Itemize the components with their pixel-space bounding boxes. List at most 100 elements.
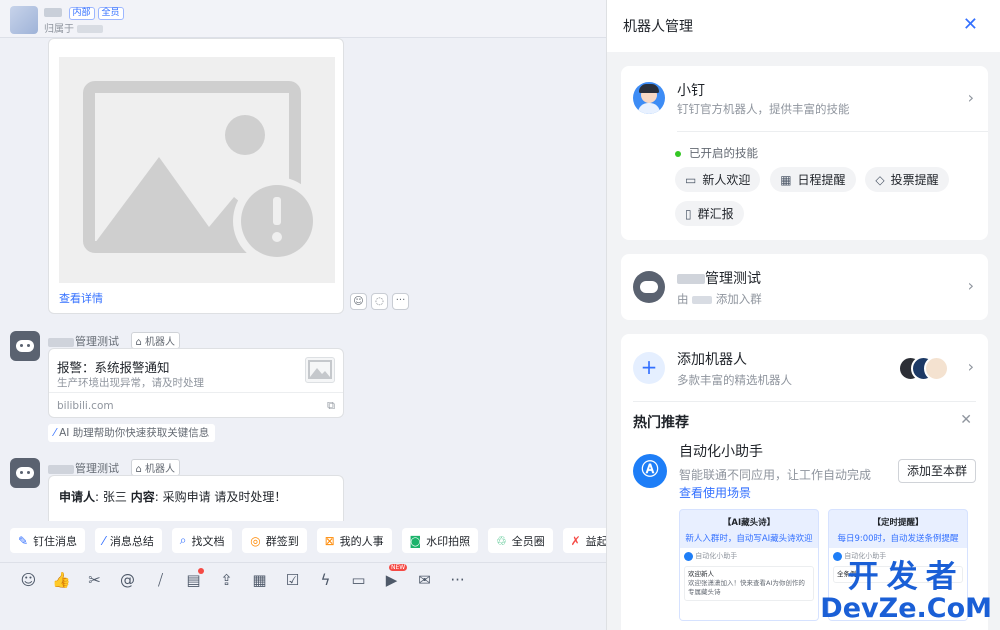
image-message-card[interactable]: 查看详情 [48, 38, 344, 314]
quick-actions-bar: ✎ 钉住消息 ⁄ 消息总结 ⌕ 找文档 ◎ 群签到 ⊠ 我的人事 ◙ 水印拍照 ♲ 全员圈 ✗… [0, 528, 606, 558]
pin-icon: ✎ [18, 533, 29, 548]
more-icon[interactable]: ··· [392, 293, 409, 310]
skill-schedule-reminder[interactable]: ▦ 日程提醒 [770, 167, 856, 192]
add-robot-title[interactable]: 添加机器人 [677, 349, 747, 369]
view-scenarios-link[interactable]: 查看使用场景 [679, 484, 751, 501]
chevron-right-icon[interactable]: › [968, 88, 974, 107]
hr-icon: ⊠ [324, 533, 335, 548]
all-staff-tag: 全员 [97, 7, 124, 20]
at-icon[interactable]: @ [111, 571, 144, 589]
alert-message-card[interactable]: 报警：系统报警通知 生产环境出现异常，请及时处理 bilibili.com ⧉ [48, 348, 344, 418]
bot1-name: 小钉 [677, 83, 705, 99]
ai-spark-icon: ⁄ [54, 427, 56, 439]
sender-name: 管理测试 ⌂ 机器人 [48, 332, 181, 349]
sender-name-2: 管理测试 ⌂ 机器人 [48, 459, 181, 476]
text-message-card[interactable]: 申请人: 张三 内容: 采购申请 请及时处理！ [48, 475, 344, 521]
thumbnail-icon [305, 357, 335, 383]
bot-avatar[interactable] [10, 331, 40, 361]
quick-charity[interactable]: ✗益起动 [562, 528, 606, 553]
alert-title: 报警：系统报警通知 [57, 360, 170, 375]
run-icon: ✗ [570, 533, 581, 548]
image-placeholder [59, 57, 335, 283]
live-icon[interactable]: ▶ NEW [375, 563, 408, 589]
reply-icon[interactable]: ◌ [371, 293, 388, 310]
robot-avatar-3 [924, 356, 949, 381]
robot-icon [16, 467, 34, 479]
thumbs-up-icon[interactable]: 👍 [45, 571, 78, 589]
robot-icon [16, 340, 34, 352]
group-title[interactable]: 内部 全员 [44, 5, 124, 20]
alert-desc: 生产环境出现异常，请及时处理 [57, 377, 204, 389]
quick-checkin[interactable]: ◎ 群签到 [242, 528, 307, 553]
emoji-icon[interactable]: ☺ [12, 571, 45, 589]
bot1-desc: 钉钉官方机器人，提供丰富的技能 [677, 102, 850, 116]
robot-tag: ⌂ 机器人 [130, 459, 181, 476]
broken-image-icon [83, 81, 321, 265]
close-icon[interactable]: ✕ [963, 14, 978, 35]
message-text: 申请人: 张三 内容: 采购申请 请及时处理！ [59, 490, 287, 504]
bot-card-xiaoding[interactable]: 小钉 钉钉官方机器人，提供丰富的技能 › 已开启的技能 ▭ 新人欢迎 ▦ 日程提醒 … [621, 66, 988, 240]
quick-summary[interactable]: ⁄ 消息总结 [94, 528, 162, 553]
robot-management-panel: 机器人管理 ✕ 小钉 钉钉官方机器人，提供丰富的技能 › 已开启的技能 ▭ 新人欢… [606, 0, 1000, 630]
view-details-link[interactable]: 查看详情 [59, 290, 103, 306]
robot-avatars-stack [898, 356, 950, 381]
report-icon: ▯ [685, 206, 692, 221]
lightning-icon[interactable]: ϟ [309, 571, 342, 589]
chevron-right-icon[interactable]: › [968, 357, 974, 376]
vote-icon: ◇ [875, 172, 885, 187]
chat-area: 内部 全员 归属于 查看详情 ☺ ◌ ··· 管理测试 ⌂ 机器人 报警：系统报… [0, 0, 606, 630]
robot-tag: ⌂ 机器人 [130, 332, 181, 349]
quick-all-circle[interactable]: ♲ 全员圈 [487, 528, 553, 553]
upload-icon[interactable]: ⇪ [210, 571, 243, 589]
scenario-thumbnail-1[interactable]: 【AI藏头诗】 新人入群时，自动写AI藏头诗欢迎 自动化小助手 欢迎新人 欢迎张… [679, 509, 819, 621]
skills-list: ▭ 新人欢迎 ▦ 日程提醒 ◇ 投票提醒 ▯ 群汇报 [675, 167, 975, 226]
doc-search-icon: ⌕ [179, 533, 187, 547]
skill-new-welcome[interactable]: ▭ 新人欢迎 [675, 167, 761, 192]
bot-card-test[interactable]: 管理测试 由 添加入群 › [621, 254, 988, 320]
copy-icon[interactable]: ⧉ [327, 399, 335, 413]
add-robot-desc: 多款丰富的精选机器人 [677, 373, 792, 387]
checkbox-icon[interactable]: ☑ [276, 571, 309, 589]
xiaoding-avatar [633, 82, 665, 114]
chevron-right-icon[interactable]: › [968, 276, 974, 295]
quick-watermark-photo[interactable]: ◙ 水印拍照 [401, 528, 479, 553]
skill-group-report[interactable]: ▯ 群汇报 [675, 201, 744, 226]
bot2-name: 管理测试 [677, 268, 761, 288]
close-hot-icon[interactable]: ✕ [960, 412, 972, 428]
calendar-icon: ▦ [780, 172, 792, 187]
calendar-icon[interactable]: ▦ [243, 571, 276, 589]
internal-tag: 内部 [68, 7, 95, 20]
quick-find-doc[interactable]: ⌕ 找文档 [171, 528, 233, 553]
emoji-react-icon[interactable]: ☺ [350, 293, 367, 310]
add-icon[interactable]: + [633, 352, 665, 384]
chat-bubble-icon: ▭ [685, 172, 697, 187]
quick-pin-message[interactable]: ✎ 钉住消息 [10, 528, 86, 553]
command-icon[interactable]: ⧸ [144, 571, 177, 589]
task-icon[interactable]: ▤ [177, 567, 210, 589]
hot-recommend-title: 热门推荐 [633, 415, 689, 431]
bot-avatar-2[interactable] [10, 458, 40, 488]
ai-hint[interactable]: ⁄ AI 助理帮助你快速获取关键信息 [48, 424, 216, 442]
scissors-icon[interactable]: ✂ [78, 571, 111, 589]
bot2-added-by: 由 添加入群 [677, 292, 762, 306]
panel-header: 机器人管理 ✕ [607, 0, 1000, 52]
robot-avatar-icon [633, 271, 665, 303]
status-dot [675, 150, 681, 157]
quick-hr[interactable]: ⊠ 我的人事 [316, 528, 392, 553]
mail-icon[interactable]: ✉ [408, 571, 441, 589]
spark-icon: ⁄ [102, 533, 105, 548]
input-toolbar: ☺ 👍 ✂ @ ⧸ ▤ ⇪ ▦ ☑ ϟ ▭ ▶ NEW ✉ ··· [0, 562, 606, 596]
skill-vote-reminder[interactable]: ◇ 投票提醒 [865, 167, 949, 192]
link-source[interactable]: bilibili.com [57, 400, 114, 412]
group-avatar[interactable] [10, 6, 38, 34]
automation-assistant-icon: Ⓐ [633, 454, 667, 488]
add-to-group-button[interactable]: 添加至本群 [897, 459, 976, 483]
video-icon[interactable]: ▭ [342, 571, 375, 589]
watermark: 开发者 DevZe.CoM [820, 559, 992, 624]
enabled-skills-label: 已开启的技能 [675, 145, 758, 161]
more-toolbar-icon[interactable]: ··· [441, 571, 474, 589]
circle-icon: ♲ [495, 533, 507, 548]
automation-desc: 智能联通不同应用，让工作自动完成 [679, 468, 872, 482]
message-actions: ☺ ◌ ··· [350, 293, 409, 310]
chat-header: 内部 全员 归属于 [0, 0, 606, 38]
